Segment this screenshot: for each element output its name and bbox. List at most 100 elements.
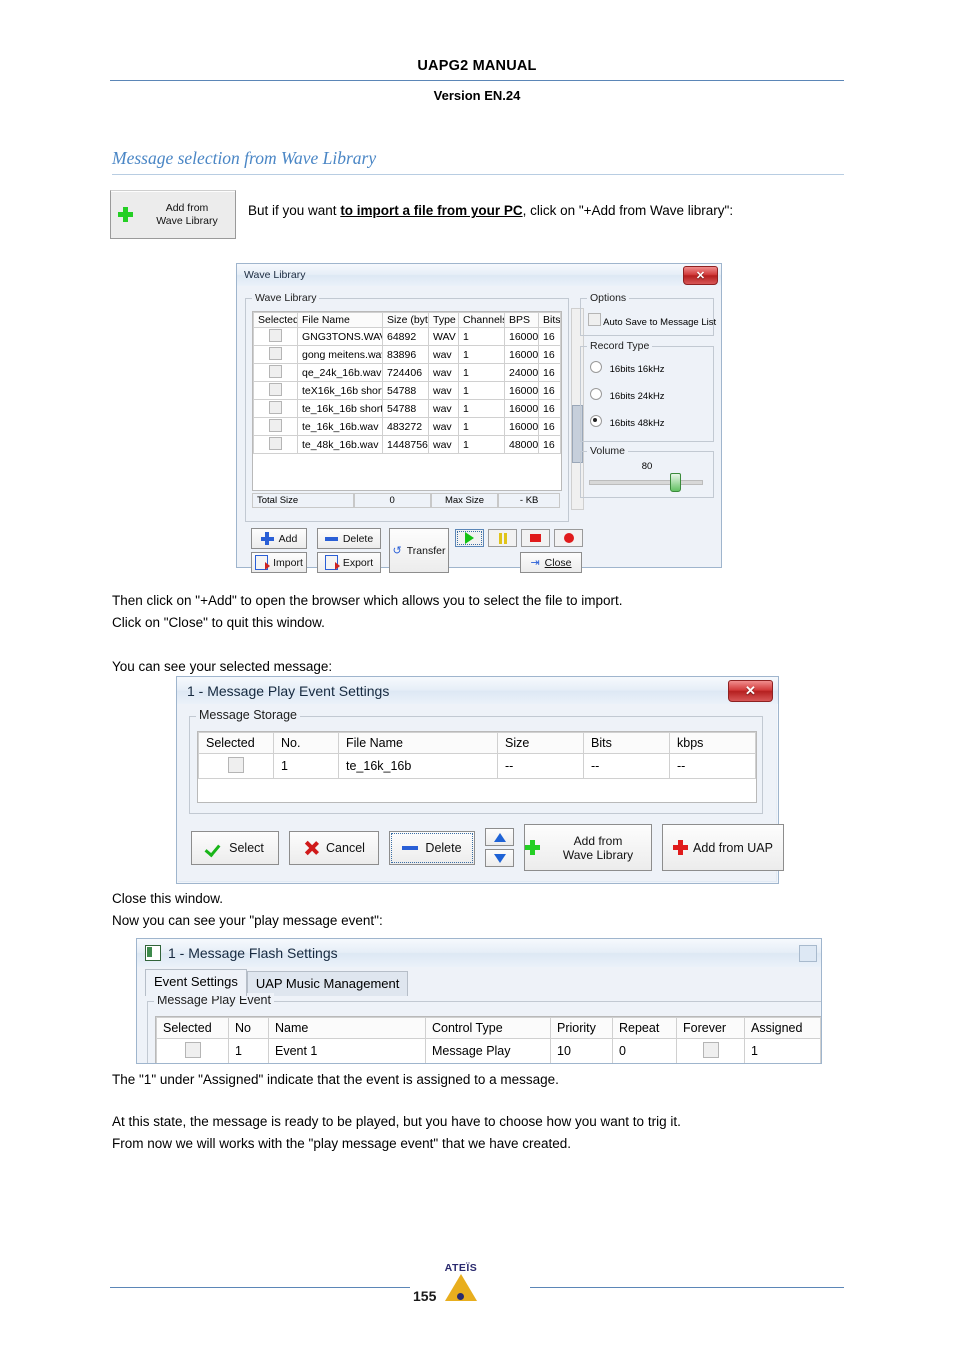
checkbox-icon[interactable] (269, 419, 282, 432)
cell-size: 83896 (382, 345, 429, 364)
select-button[interactable]: Select (191, 830, 279, 865)
import-button[interactable]: Import (251, 552, 307, 573)
app-icon (145, 945, 161, 961)
wave-library-window[interactable]: Wave Library ✕ Wave Library Selected Fil… (236, 263, 722, 573)
table-row[interactable]: 1 Event 1 Message Play 10 0 1 (156, 1038, 821, 1063)
table-row[interactable]: te_16k_16b.wav 483272 wav 1 16000 16 (253, 417, 561, 436)
checkbox-icon[interactable] (702, 1042, 719, 1058)
delete-button[interactable]: Delete (389, 830, 475, 865)
message-play-event-table: Selected No Name Control Type Priority R… (156, 1017, 821, 1063)
cell-type: wav (428, 399, 459, 418)
cell-file-name: te_48k_16b.wav (297, 435, 383, 454)
row-checkbox-cell[interactable] (253, 399, 298, 418)
record-type-option-16khz[interactable]: 16bits 16kHz (590, 361, 665, 375)
table-row[interactable]: te_16k_16b short.wav 54788 wav 1 16000 1… (253, 399, 561, 418)
export-button[interactable]: Export (317, 552, 381, 573)
row-checkbox-cell[interactable] (253, 327, 298, 346)
col-no: No. (273, 732, 339, 754)
play-icon (465, 532, 474, 544)
row-checkbox-cell[interactable] (253, 363, 298, 382)
col-bits: Bits (538, 312, 561, 328)
record-type-option-48khz[interactable]: 16bits 48kHz (590, 415, 665, 429)
move-down-button[interactable] (485, 849, 514, 867)
import-icon (255, 555, 271, 570)
cell-channels: 1 (458, 345, 505, 364)
checkbox-icon[interactable] (269, 437, 282, 450)
close-icon[interactable]: ✕ (728, 680, 773, 702)
minimize-button[interactable] (799, 945, 817, 962)
col-selected: Selected (156, 1017, 229, 1039)
instruction-paragraph-2: You can see your selected message: (112, 659, 333, 674)
checkbox-icon[interactable] (228, 757, 244, 773)
max-size-value: - KB (498, 493, 560, 508)
radio-icon[interactable] (590, 361, 602, 373)
checkbox-icon[interactable] (269, 365, 282, 378)
table-row[interactable]: gong meitens.wav 83896 wav 1 16000 16 (253, 345, 561, 364)
stop-button[interactable] (521, 529, 550, 547)
row-checkbox-cell[interactable] (253, 435, 298, 454)
intro-paragraph: But if you want to import a file from yo… (248, 203, 733, 218)
total-size-bar: Total Size 0 Max Size - KB (252, 493, 560, 508)
row-checkbox-cell[interactable] (198, 753, 274, 779)
cell-file-name: te_16k_16b short.wav (297, 399, 383, 418)
row-checkbox-cell[interactable] (253, 417, 298, 436)
section-heading: Message selection from Wave Library (112, 148, 377, 168)
checkbox-icon[interactable] (269, 401, 282, 414)
message-flash-settings-window[interactable]: 1 - Message Flash Settings Event Setting… (136, 938, 822, 1064)
row-checkbox-cell[interactable] (156, 1038, 229, 1063)
table-row[interactable]: teX16k_16b short.wav 54788 wav 1 16000 1… (253, 381, 561, 400)
cell-bps: 16000 (504, 417, 539, 436)
message-storage-list[interactable]: Selected No. File Name Size Bits kbps 1 … (197, 731, 757, 803)
row-checkbox-cell[interactable] (253, 381, 298, 400)
close-button[interactable]: ⇥ Close (520, 552, 582, 573)
table-row[interactable]: te_48k_16b.wav 1448756 wav 1 48000 16 (253, 435, 561, 454)
add-from-wave-library-button[interactable]: Add from Wave Library (110, 190, 236, 239)
message-play-event-list[interactable]: Selected No Name Control Type Priority R… (155, 1016, 821, 1063)
volume-slider-track[interactable] (589, 480, 703, 485)
checkbox-icon[interactable] (269, 329, 282, 342)
cell-bits: -- (583, 753, 670, 779)
tab-event-settings[interactable]: Event Settings (145, 969, 247, 996)
radio-icon[interactable] (590, 388, 602, 400)
cell-forever[interactable] (676, 1038, 745, 1063)
radio-icon[interactable] (590, 415, 602, 427)
checkbox-icon[interactable] (184, 1042, 201, 1058)
move-up-button[interactable] (485, 828, 514, 846)
row-checkbox-cell[interactable] (253, 345, 298, 364)
cell-bits: 16 (538, 417, 561, 436)
play-button[interactable] (455, 529, 484, 547)
col-size: Size (byte) (382, 312, 429, 328)
close-icon[interactable]: ✕ (683, 266, 718, 285)
table-row[interactable]: 1 te_16k_16b -- -- -- (198, 753, 756, 779)
instruction-paragraph-3: Close this window. Now you can see your … (112, 891, 383, 928)
cell-file-name: teX16k_16b short.wav (297, 381, 383, 400)
export-button-label: Export (342, 556, 374, 569)
col-file-name: File Name (297, 312, 383, 328)
record-button[interactable] (554, 529, 583, 547)
cell-no: 1 (228, 1038, 269, 1063)
record-type-option-24khz[interactable]: 16bits 24kHz (590, 388, 665, 402)
cell-bits: 16 (538, 399, 561, 418)
table-row[interactable]: GNG3TONS.WAV 64892 WAV 1 16000 16 (253, 327, 561, 346)
add-from-uap-button[interactable]: Add from UAP (662, 824, 784, 871)
add-button[interactable]: Add (251, 528, 307, 549)
cancel-button[interactable]: Cancel (289, 830, 379, 865)
message-play-event-settings-window[interactable]: 1 - Message Play Event Settings ✕ Messag… (176, 676, 784, 884)
checkbox-icon[interactable] (269, 347, 282, 360)
message-flash-titlebar: 1 - Message Flash Settings (137, 939, 821, 967)
cell-size: 483272 (382, 417, 429, 436)
message-play-body: Message Storage Selected No. File Name S… (177, 704, 784, 881)
checkbox-icon[interactable] (588, 313, 601, 326)
message-play-event-groupbox: Message Play Event Selected No Name Cont… (147, 993, 821, 1063)
table-row[interactable]: qe_24k_16b.wav 724406 wav 1 24000 16 (253, 363, 561, 382)
wave-library-file-list[interactable]: Selected File Name Size (byte) Type Chan… (252, 311, 562, 491)
volume-slider-thumb[interactable] (670, 473, 681, 492)
transfer-button[interactable]: ↺ Transfer (389, 528, 449, 573)
cell-channels: 1 (458, 417, 505, 436)
pause-button[interactable] (488, 529, 517, 547)
add-from-wave-library-button[interactable]: Add from Wave Library (524, 824, 652, 871)
delete-button[interactable]: Delete (317, 528, 381, 549)
checkbox-icon[interactable] (269, 383, 282, 396)
auto-save-option[interactable]: Auto Save to Message List (588, 313, 716, 328)
record-type-label-1: 16bits 24kHz (609, 391, 665, 402)
